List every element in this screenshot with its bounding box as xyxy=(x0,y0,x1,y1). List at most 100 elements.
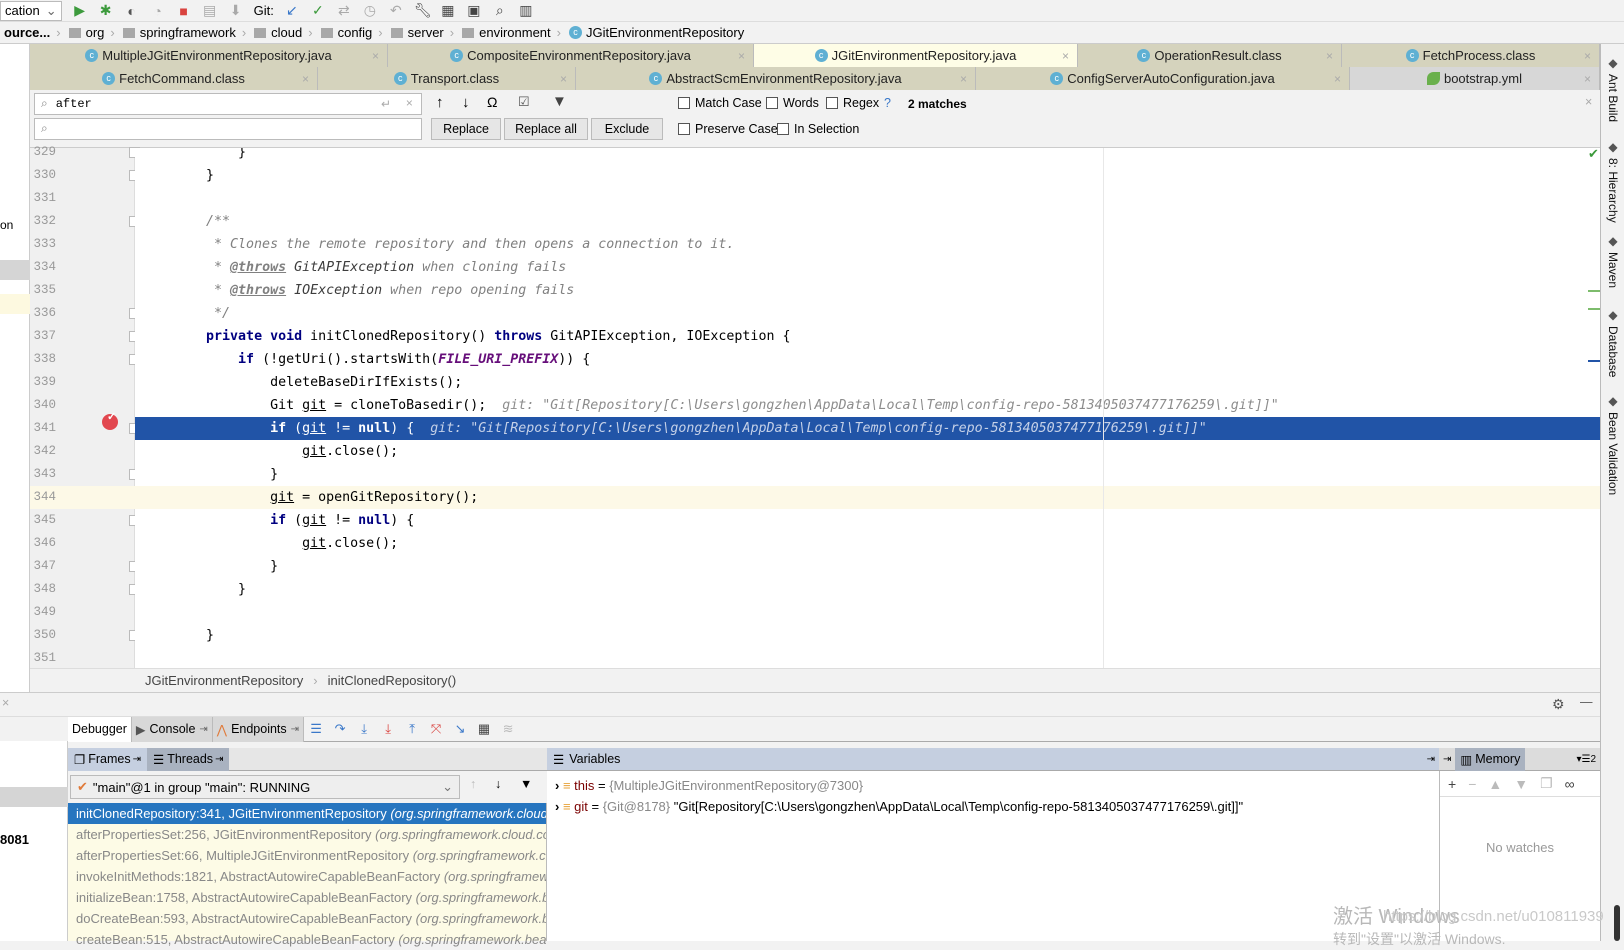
close-find-icon[interactable]: × xyxy=(1585,95,1592,109)
stack-frame[interactable]: afterPropertiesSet:66, MultipleJGitEnvir… xyxy=(68,845,546,866)
force-step-into-icon[interactable]: ⤓ xyxy=(376,721,400,737)
evaluate-expression-icon[interactable]: ▦ xyxy=(472,721,496,737)
close-tab-icon[interactable]: × xyxy=(1334,72,1341,86)
close-tab-icon[interactable]: × xyxy=(560,72,567,86)
select-all-occurrences-icon[interactable]: ☑ xyxy=(518,94,530,110)
nav-crumb[interactable]: springframework › xyxy=(119,25,250,40)
sdk-icon[interactable]: ▥ xyxy=(518,2,534,19)
editor-tab[interactable]: c FetchCommand.class × xyxy=(30,67,318,90)
thread-dropdown[interactable]: ✔ "main"@1 in group "main": RUNNING ⌄ xyxy=(70,775,460,799)
move-down-icon[interactable]: ▼ xyxy=(1514,776,1528,792)
editor-tab[interactable]: c Transport.class × xyxy=(318,67,576,90)
move-up-icon[interactable]: ▲ xyxy=(1488,776,1502,792)
close-tab-icon[interactable]: × xyxy=(302,72,309,86)
exclude-button[interactable]: Exclude xyxy=(591,118,663,140)
nav-crumb[interactable]: org › xyxy=(65,25,119,40)
stack-frame[interactable]: initClonedRepository:341, JGitEnvironmen… xyxy=(68,803,546,824)
breadcrumb-method[interactable]: initClonedRepository() xyxy=(328,673,457,688)
tab-memory[interactable]: ▥ Memory xyxy=(1455,747,1526,771)
replace-button[interactable]: Replace xyxy=(431,118,501,140)
expand-icon[interactable]: › xyxy=(555,799,563,814)
tab-endpoints[interactable]: ⋀ Endpoints ⇥ xyxy=(212,716,305,742)
nav-crumb[interactable]: server › xyxy=(387,25,458,40)
expand-icon[interactable]: › xyxy=(555,778,563,793)
editor-tab[interactable]: c ConfigServerAutoConfiguration.java × xyxy=(976,67,1350,90)
enter-icon[interactable]: ↵ xyxy=(381,97,391,112)
replace-input[interactable]: ⌕ xyxy=(34,118,422,140)
pin-icon[interactable]: ⇥ xyxy=(1443,754,1451,765)
stop-icon[interactable]: ■ xyxy=(176,3,192,19)
code-editor[interactable]: } } /** * Clones the remote repository a… xyxy=(135,148,1600,668)
editor-tab[interactable]: c CompositeEnvironmentRepository.java × xyxy=(388,44,754,67)
git-revert-icon[interactable]: ↶ xyxy=(388,2,404,19)
run-icon[interactable]: ▶ xyxy=(72,2,88,19)
regex-help-link[interactable]: ? xyxy=(884,96,891,110)
git-history-icon[interactable]: ◷ xyxy=(362,2,378,19)
breadcrumb-class[interactable]: JGitEnvironmentRepository xyxy=(145,673,303,688)
tab-debugger[interactable]: Debugger xyxy=(68,716,132,742)
editor-tab[interactable]: bootstrap.yml × xyxy=(1350,67,1600,90)
coverage-icon[interactable]: ◐ xyxy=(124,3,140,19)
nav-crumb[interactable]: c JGitEnvironmentRepository xyxy=(565,25,748,40)
variable-row[interactable]: › ≡ this = {MultipleJGitEnvironmentRepos… xyxy=(547,775,1439,796)
previous-frame-icon[interactable]: ↑ xyxy=(470,777,476,791)
project-structure-icon[interactable]: ▦ xyxy=(440,2,456,19)
clear-search-icon[interactable]: × xyxy=(406,97,413,111)
run-config-select[interactable]: cation ⌄ xyxy=(0,0,62,21)
stack-frame[interactable]: afterPropertiesSet:256, JGitEnvironmentR… xyxy=(68,824,546,845)
close-debug-icon[interactable]: × xyxy=(2,696,9,710)
search-everywhere-icon[interactable]: ⌕ xyxy=(492,2,508,19)
run-to-cursor-icon[interactable]: ↘ xyxy=(448,721,472,737)
tool-window-button[interactable]: Maven xyxy=(1606,252,1620,288)
close-tab-icon[interactable]: × xyxy=(1584,72,1591,86)
drop-frame-icon[interactable]: ⤧ xyxy=(424,721,448,737)
match-case-checkbox[interactable]: Match Case xyxy=(678,96,762,110)
editor-tab[interactable]: c OperationResult.class × xyxy=(1078,44,1342,67)
show-execution-point-icon[interactable]: ☰ xyxy=(304,721,328,737)
tool-window-button[interactable]: 8: Hierarchy xyxy=(1606,158,1620,223)
terminal-icon[interactable]: ▣ xyxy=(466,2,482,19)
close-tab-icon[interactable]: × xyxy=(1584,49,1591,63)
tool-window-button[interactable]: Database xyxy=(1606,326,1620,377)
git-compare-icon[interactable]: ⇄ xyxy=(336,2,352,19)
variable-row[interactable]: › ≡ git = {Git@8178} "Git[Repository[C:\… xyxy=(547,796,1439,817)
step-into-icon[interactable]: ⤓ xyxy=(352,721,376,737)
stack-frame[interactable]: invokeInitMethods:1821, AbstractAutowire… xyxy=(68,866,546,887)
remove-watch-icon[interactable]: − xyxy=(1468,776,1476,792)
next-occurrence-icon[interactable]: ↓ xyxy=(462,94,470,111)
filter-frames-icon[interactable]: ▼ xyxy=(520,777,532,791)
copy-watch-icon[interactable]: ❐ xyxy=(1540,775,1553,792)
breakpoint-icon[interactable]: ✓ xyxy=(102,411,118,430)
editor-tab[interactable]: c FetchProcess.class × xyxy=(1342,44,1600,67)
tool-window-button[interactable]: Ant Build xyxy=(1606,74,1620,122)
close-tab-icon[interactable]: × xyxy=(1326,49,1333,63)
layout-options-icon[interactable]: ▾☰2 xyxy=(1576,754,1596,765)
settings-wrench-icon[interactable]: 🔧︎ xyxy=(414,2,432,19)
step-over-icon[interactable]: ↷ xyxy=(328,721,352,737)
tab-frames[interactable]: ❐ Frames ⇥ xyxy=(68,747,147,771)
nav-crumb[interactable]: environment › xyxy=(458,25,565,40)
editor-tab[interactable]: c MultipleJGitEnvironmentRepository.java × xyxy=(30,44,388,67)
close-tab-icon[interactable]: × xyxy=(372,49,379,63)
hide-panel-icon[interactable]: — xyxy=(1580,695,1593,709)
step-out-icon[interactable]: ⤒ xyxy=(400,721,424,737)
stack-frame[interactable]: initializeBean:1758, AbstractAutowireCap… xyxy=(68,887,546,908)
stack-frame[interactable]: doCreateBean:593, AbstractAutowireCapabl… xyxy=(68,908,546,929)
close-tab-icon[interactable]: × xyxy=(738,49,745,63)
trace-icon[interactable]: ≋ xyxy=(496,721,520,737)
scrollbar-thumb[interactable] xyxy=(1614,905,1620,941)
filter-icon[interactable]: ▼ xyxy=(552,93,567,110)
nav-crumb[interactable]: ource... › xyxy=(0,25,65,40)
next-frame-icon[interactable]: ↓ xyxy=(495,777,501,791)
pin-icon[interactable]: ⇥ xyxy=(199,724,207,735)
deploy-icon[interactable]: ⬇ xyxy=(228,2,244,19)
editor-tab[interactable]: c JGitEnvironmentRepository.java × xyxy=(754,44,1078,67)
debug-icon[interactable]: ✱ xyxy=(98,2,114,19)
tool-window-button[interactable]: Bean Validation xyxy=(1606,412,1620,495)
tab-console[interactable]: ▶ Console ⇥ xyxy=(131,716,213,742)
stack-frame[interactable]: createBean:515, AbstractAutowireCapableB… xyxy=(68,929,546,950)
close-tab-icon[interactable]: × xyxy=(1062,49,1069,63)
previous-occurrence-icon[interactable]: ↑ xyxy=(436,94,444,111)
show-watches-icon[interactable]: ∞ xyxy=(1565,776,1575,792)
close-tab-icon[interactable]: × xyxy=(960,72,967,86)
